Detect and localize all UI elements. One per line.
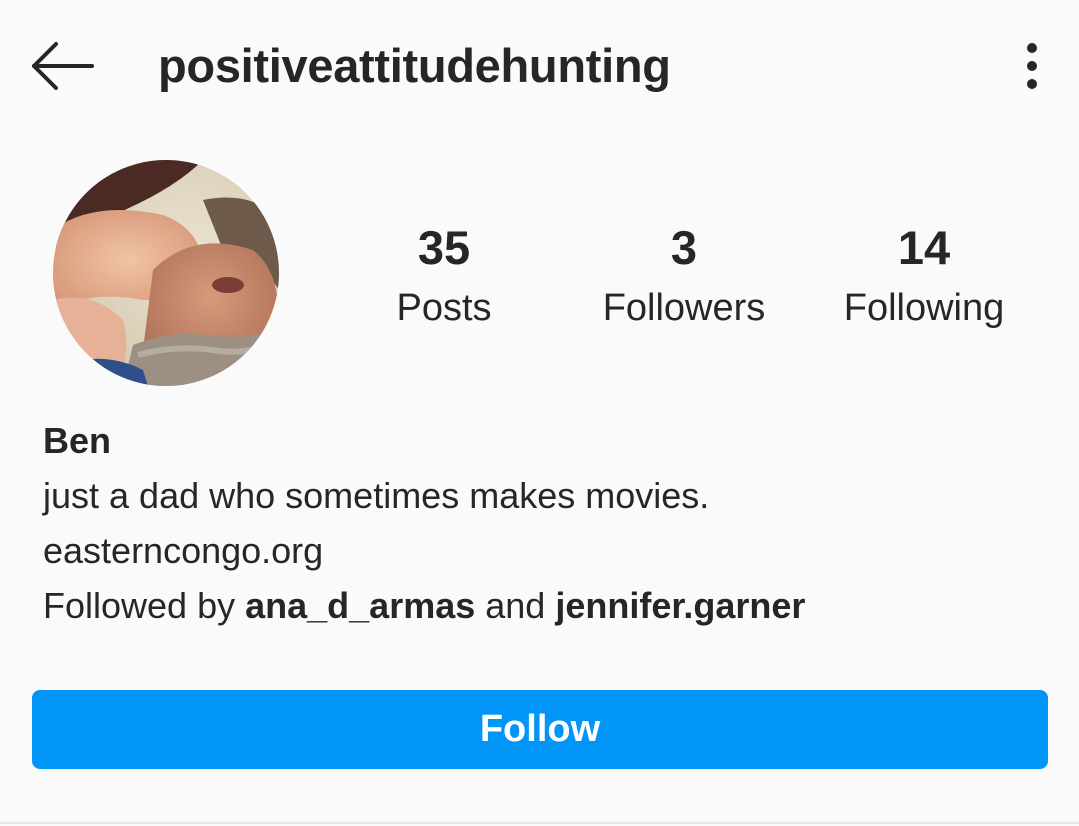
followed-by-prefix: Followed by bbox=[43, 585, 246, 626]
bottom-divider bbox=[0, 822, 1079, 824]
profile-display-name: Ben bbox=[43, 420, 112, 461]
followers-count: 3 bbox=[670, 221, 698, 274]
bio-link[interactable]: easterncongo.org bbox=[43, 523, 1043, 578]
more-vertical-icon bbox=[1010, 40, 1054, 92]
arrow-left-icon bbox=[28, 38, 98, 94]
top-bar: positiveattitudehunting bbox=[0, 0, 1079, 132]
following-count: 14 bbox=[897, 221, 951, 274]
following-label: Following bbox=[843, 287, 1005, 329]
bio-text: just a dad who sometimes makes movies. bbox=[43, 475, 710, 516]
posts-stat[interactable]: 35 Posts bbox=[334, 218, 554, 338]
followers-label: Followers bbox=[602, 287, 766, 329]
profile-bio: Ben just a dad who sometimes makes movie… bbox=[43, 414, 1043, 633]
posts-count: 35 bbox=[417, 221, 471, 274]
followed-by-user-1[interactable]: ana_d_armas bbox=[245, 585, 475, 626]
followers-stat[interactable]: 3 Followers bbox=[574, 218, 794, 338]
more-options-button[interactable] bbox=[1010, 40, 1054, 92]
followed-by-user-2[interactable]: jennifer.garner bbox=[555, 585, 805, 626]
back-button[interactable] bbox=[28, 38, 98, 94]
following-stat[interactable]: 14 Following bbox=[814, 218, 1034, 338]
posts-label: Posts bbox=[396, 287, 492, 329]
followed-by[interactable]: Followed by ana_d_armas and jennifer.gar… bbox=[43, 578, 1043, 633]
followed-by-conjunction: and bbox=[475, 585, 556, 626]
profile-avatar[interactable] bbox=[53, 160, 279, 386]
follow-button[interactable]: Follow bbox=[32, 690, 1048, 769]
profile-username: positiveattitudehunting bbox=[158, 39, 671, 92]
